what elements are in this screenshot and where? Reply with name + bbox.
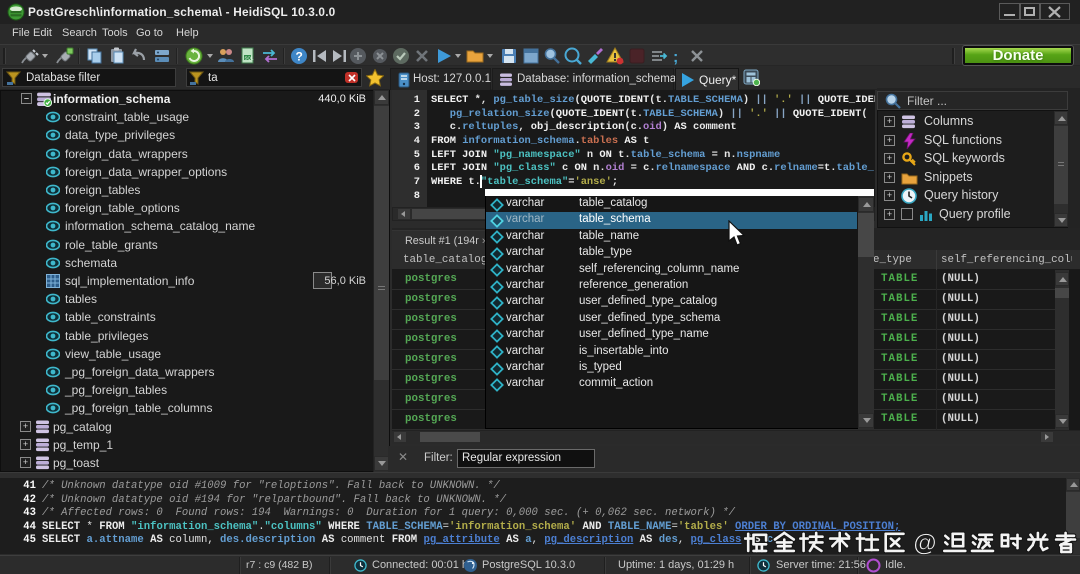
svg-text:@: @: [913, 530, 936, 557]
svg-text:;: ;: [673, 49, 678, 66]
svg-text:SQL: SQL: [245, 56, 255, 61]
svg-text:?: ?: [296, 50, 303, 64]
